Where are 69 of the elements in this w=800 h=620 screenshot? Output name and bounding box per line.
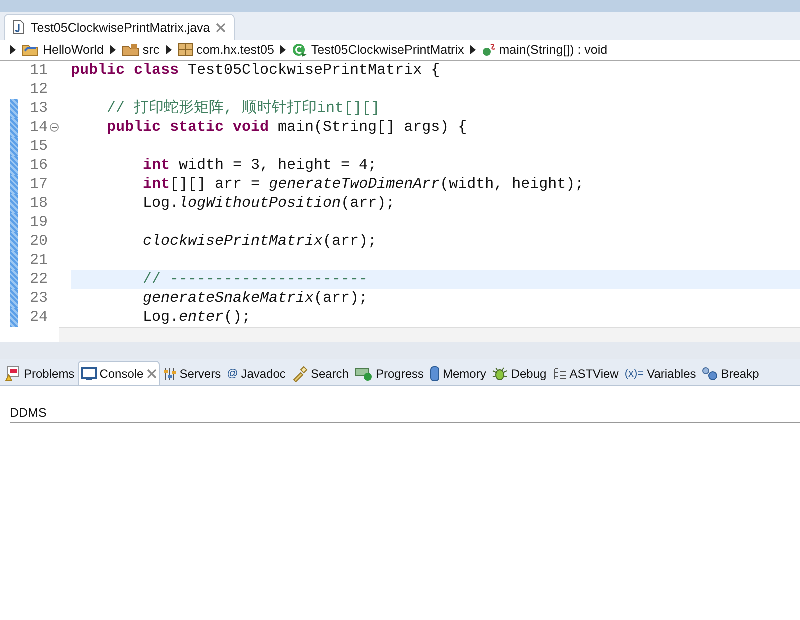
breakpoints-icon [702,366,718,380]
arrow-icon [110,45,116,55]
javadoc-icon: @ [227,368,238,380]
arrow-icon [10,45,16,55]
sliders-icon [162,366,177,380]
arrow-icon [470,45,476,55]
problems-icon [5,366,21,382]
code-line: int[][] arr = generateTwoDimenArr(width, height); [142,176,584,193]
line-number: 22 [30,271,48,288]
flashlight-icon [292,366,308,382]
package-folder-icon [122,43,140,57]
code-line: Log.enter(); [142,309,252,326]
folder-icon [22,43,40,57]
collapse-icon[interactable] [50,123,59,132]
cylinder-icon [430,366,440,382]
editor-tab[interactable]: Test05ClockwisePrintMatrix.java [4,14,236,40]
line-number: 19 [30,214,48,231]
line-number: 14 [30,119,48,136]
package-icon [178,43,194,57]
code-line: int width = 3, height = 4; [142,157,378,174]
breadcrumb-item[interactable]: Test05ClockwisePrintMatrix [290,42,466,58]
java-file-icon [13,20,25,35]
arrow-icon [166,45,172,55]
method-icon [482,43,496,57]
line-number: 18 [30,195,48,212]
breadcrumb-item[interactable]: HelloWorld [20,43,106,57]
line-number: 17 [30,176,48,193]
breadcrumb-item[interactable]: main(String[]) : void [480,43,610,57]
panel-tab[interactable]: Problems [2,361,78,385]
class-icon [292,42,308,58]
code-line: generateSnakeMatrix(arr); [142,290,368,307]
line-number: 11 [30,62,48,79]
line-number: 20 [30,233,48,250]
breadcrumb-item[interactable]: com.hx.test05 [176,43,276,57]
panel-tab[interactable]: (x)= Variables [622,361,700,385]
code-line: clockwisePrintMatrix(arr); [142,233,378,250]
panel-tab[interactable]: Search [288,361,352,385]
close-icon[interactable] [146,368,157,378]
breadcrumb-item[interactable]: src [120,43,162,57]
panel-tab[interactable]: Memory [427,361,490,385]
panel-tab[interactable]: Progress [352,361,427,385]
line-number: 24 [30,309,48,326]
code-line: public class Test05ClockwisePrintMatrix { [71,62,440,79]
variables-icon: (x)= [624,368,644,380]
panel-tab[interactable]: Debug [489,361,550,385]
line-number: 12 [30,81,48,98]
console-title: DDMS [10,406,800,423]
code-line: // 打印蛇形矩阵, 顺时针打印int[][] [106,100,380,117]
progress-icon [354,366,373,380]
panel-tab[interactable]: Breakp [699,361,762,385]
line-number: 21 [30,252,48,269]
line-number: 15 [30,138,48,155]
close-icon[interactable] [216,22,226,32]
arrow-icon [280,45,286,55]
horizontal-scrollbar[interactable] [59,327,800,342]
line-number: 13 [30,100,48,117]
line-number: 16 [30,157,48,174]
code-line: public static void main(String[] args) { [106,119,468,136]
panel-tab[interactable]: @ Javadoc [224,361,289,385]
panel-tab[interactable]: Servers [160,361,224,385]
bug-icon [492,366,508,382]
panel-tab[interactable]: ASTView [550,361,622,385]
code-line: Log.logWithoutPosition(arr); [142,195,396,212]
panel-tab[interactable]: Console [78,361,160,385]
editor-tab-label: Test05ClockwisePrintMatrix.java [31,20,210,34]
monitor-icon [80,366,97,380]
code-line: // ---------------------- [142,271,368,288]
line-number: 23 [30,290,48,307]
tree-icon [552,366,567,380]
